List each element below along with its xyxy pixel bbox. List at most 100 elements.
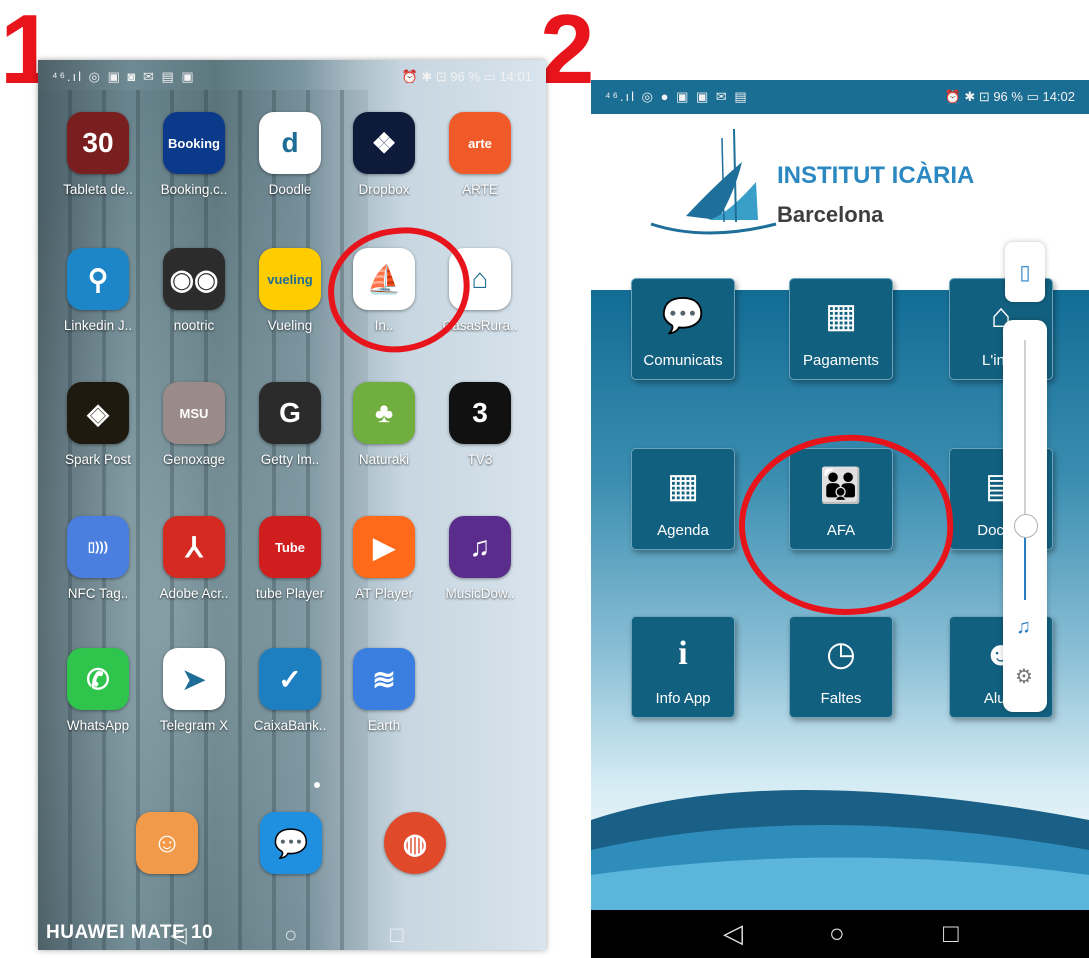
app-label: Booking.c.. <box>160 182 228 197</box>
tile-label: Pagaments <box>803 352 879 369</box>
app-label: nootric <box>173 318 215 333</box>
back-button[interactable]: ◁ <box>170 922 187 948</box>
sailboat-logo-icon <box>650 128 777 235</box>
tv3-icon: 3 <box>449 382 511 444</box>
tile-label: Agenda <box>657 522 709 539</box>
tile-comunicats[interactable]: 💬 Comunicats <box>631 278 735 380</box>
app-at-player[interactable]: ▶ AT Player <box>336 516 432 601</box>
app-label: Spark Post <box>64 452 132 467</box>
telegram-x-icon: ➤ <box>163 648 225 710</box>
recent-apps-button[interactable]: □ <box>390 922 403 948</box>
whatsapp-icon: ✆ <box>67 648 129 710</box>
home-button[interactable]: ○ <box>829 918 845 949</box>
app-doodle[interactable]: d Doodle <box>242 112 338 197</box>
tile-label: Faltes <box>820 690 862 707</box>
back-button[interactable]: ◁ <box>723 918 743 949</box>
app-spark-post[interactable]: ◈ Spark Post <box>50 382 146 467</box>
nfc-tag-icon: ▯))) <box>67 516 129 578</box>
calendar-check-icon: ▦ <box>666 467 700 505</box>
app-caixabank[interactable]: ✓ CaixaBank.. <box>242 648 338 733</box>
app-label: ARTE <box>462 182 498 197</box>
app-label: CaixaBank.. <box>253 718 327 733</box>
tube-video-mp3-icon: Tube <box>259 516 321 578</box>
vibrate-icon: ▯ <box>1019 261 1031 284</box>
app-label: Earth <box>367 718 401 733</box>
tile-label: Comunicats <box>643 352 723 369</box>
app-dropbox[interactable]: ❖ Dropbox <box>336 112 432 197</box>
app-fitness-app[interactable]: 30 Tableta de.. <box>50 112 146 197</box>
app-label: Adobe Acr.. <box>159 586 229 601</box>
app-label: MusicDow.. <box>445 586 515 601</box>
google-earth-icon: ≋ <box>353 648 415 710</box>
app-nootric[interactable]: ◉◉ nootric <box>146 248 242 333</box>
app-music-download[interactable]: ♫ MusicDow.. <box>432 516 528 601</box>
messages-icon[interactable]: 💬 <box>260 812 322 874</box>
settings-gear-icon[interactable]: ⚙ <box>1015 664 1033 689</box>
volume-panel: ♫ ⚙ <box>1003 320 1047 712</box>
getty-images-icon: G <box>259 382 321 444</box>
genoxage-icon: MSU <box>163 382 225 444</box>
home-button[interactable]: ○ <box>284 922 297 948</box>
app-genoxage[interactable]: MSU Genoxage <box>146 382 242 467</box>
status-icons-right: ⏰ ✱ ⊡ 96 % ▭ 14:02 <box>944 89 1075 104</box>
arte-icon: arte <box>449 112 511 174</box>
recent-apps-button[interactable]: □ <box>943 918 959 949</box>
app-label: Linkedin J.. <box>63 318 133 333</box>
tile-label: Info App <box>655 690 711 707</box>
status-icons-left: ⁴⁶.ıl ◎ ● ▣ ▣ ✉ ▤ <box>605 89 749 104</box>
music-note-icon[interactable]: ♫ <box>1016 616 1031 639</box>
status-icons-left: ⁴⁶.ıl ◎ ▣ ◙ ✉ ▤ ▣ <box>52 69 196 84</box>
app-tube-video-mp3[interactable]: Tube tube Player <box>242 516 338 601</box>
app-getty-images[interactable]: G Getty Im.. <box>242 382 338 467</box>
app-label: Tableta de.. <box>63 182 133 197</box>
tile-agenda[interactable]: ▦ Agenda <box>631 448 735 550</box>
app-naturaki[interactable]: ♣ Naturaki <box>336 382 432 467</box>
browser-icon[interactable]: ◍ <box>384 812 446 874</box>
at-player-icon: ▶ <box>353 516 415 578</box>
app-title: INSTITUT ICÀRIA <box>777 162 975 189</box>
app-whatsapp[interactable]: ✆ WhatsApp <box>50 648 146 733</box>
status-bar: ⁴⁶.ıl ◎ ● ▣ ▣ ✉ ▤ ⏰ ✱ ⊡ 96 % ▭ 14:02 <box>591 80 1089 114</box>
step-number-2: 2 <box>540 0 595 104</box>
app-label: Vueling <box>267 318 313 333</box>
app-linkedin-jobs[interactable]: ⚲ Linkedin J.. <box>50 248 146 333</box>
fitness-app-icon: 30 <box>67 112 129 174</box>
contacts-icon[interactable]: ☺ <box>136 812 198 874</box>
app-vueling[interactable]: vueling Vueling <box>242 248 338 333</box>
clock-calendar-icon: ◷ <box>826 635 856 673</box>
app-nfc-tag[interactable]: ▯))) NFC Tag.. <box>50 516 146 601</box>
app-booking[interactable]: Booking Booking.c.. <box>146 112 242 197</box>
music-download-icon: ♫ <box>449 516 511 578</box>
app-label: AT Player <box>354 586 414 601</box>
app-tv3[interactable]: 3 TV3 <box>432 382 528 467</box>
tile-infoapp[interactable]: i Info App <box>631 616 735 718</box>
app-adobe-acrobat[interactable]: ⅄ Adobe Acr.. <box>146 516 242 601</box>
navigation-bar: ◁ ○ □ <box>591 910 1089 958</box>
naturaki-icon: ♣ <box>353 382 415 444</box>
app-label: tube Player <box>255 586 325 601</box>
home-screen: ⁴⁶.ıl ◎ ▣ ◙ ✉ ▤ ▣ ⏰ ✱ ⊡ 96 % ▭ 14:01 30 T… <box>38 60 546 950</box>
app-label: WhatsApp <box>66 718 130 733</box>
tile-faltes[interactable]: ◷ Faltes <box>789 616 893 718</box>
status-icons-right: ⏰ ✱ ⊡ 96 % ▭ 14:01 <box>401 69 532 84</box>
app-telegram-x[interactable]: ➤ Telegram X <box>146 648 242 733</box>
institut-icaria-app: ⁴⁶.ıl ◎ ● ▣ ▣ ✉ ▤ ⏰ ✱ ⊡ 96 % ▭ 14:02 INS… <box>591 80 1089 958</box>
status-bar: ⁴⁶.ıl ◎ ▣ ◙ ✉ ▤ ▣ ⏰ ✱ ⊡ 96 % ▭ 14:01 <box>38 60 546 92</box>
dropbox-icon: ❖ <box>353 112 415 174</box>
watermark-brand: HUAWEI MATE 10 <box>46 922 214 943</box>
app-label: Telegram X <box>159 718 229 733</box>
app-label: Doodle <box>268 182 312 197</box>
tile-pagaments[interactable]: ▦ Pagaments <box>789 278 893 380</box>
app-label: Dropbox <box>358 182 410 197</box>
app-arte[interactable]: arte ARTE <box>432 112 528 197</box>
app-google-earth[interactable]: ≋ Earth <box>336 648 432 733</box>
nootric-icon: ◉◉ <box>163 248 225 310</box>
adobe-acrobat-icon: ⅄ <box>163 516 225 578</box>
vibrate-toggle[interactable]: ▯ <box>1005 242 1045 302</box>
app-label: Getty Im.. <box>260 452 320 467</box>
volume-slider-handle[interactable] <box>1014 514 1038 538</box>
booking-icon: Booking <box>163 112 225 174</box>
payment-terminal-icon: ▦ <box>824 297 858 335</box>
app-label: TV3 <box>467 452 493 467</box>
chat-bubbles-icon: 💬 <box>661 297 705 335</box>
